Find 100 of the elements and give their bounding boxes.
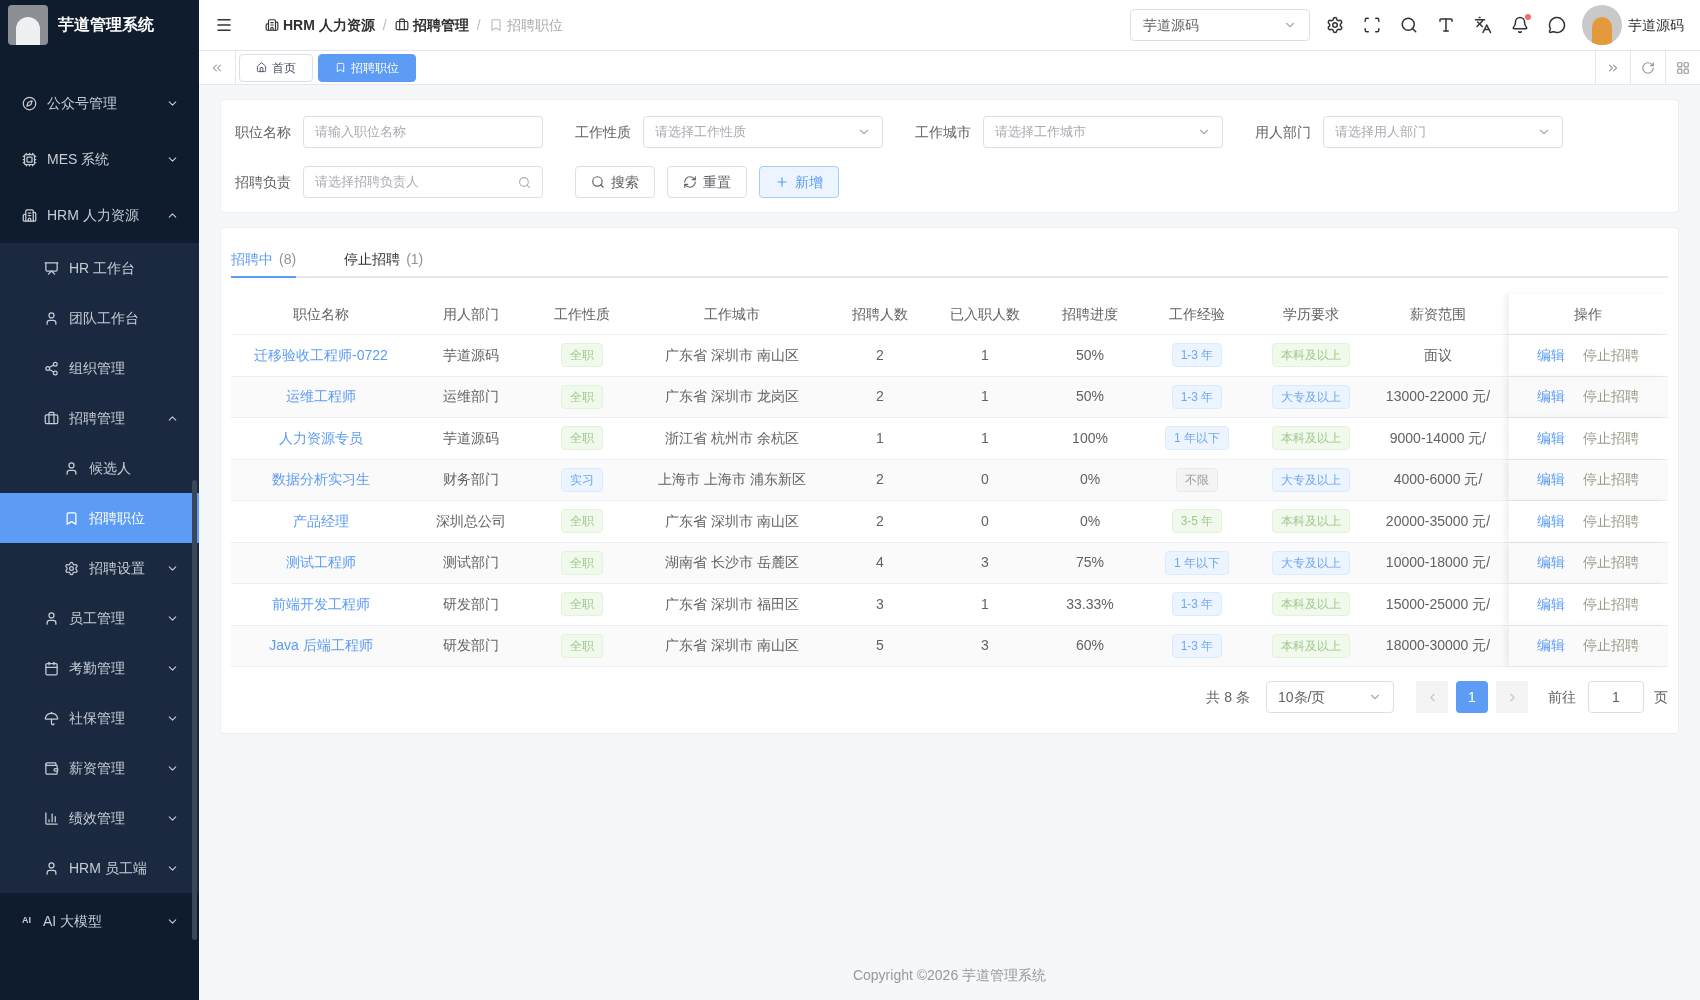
- search-field[interactable]: 请选择招聘负责人: [303, 166, 543, 198]
- user-name[interactable]: 芋道源码: [1628, 14, 1684, 36]
- stop-link[interactable]: 停止招聘: [1583, 344, 1639, 366]
- stop-link[interactable]: 停止招聘: [1583, 427, 1639, 449]
- add-button[interactable]: 新增: [759, 166, 839, 198]
- message-icon[interactable]: [1548, 16, 1566, 34]
- edit-link[interactable]: 编辑: [1537, 593, 1565, 615]
- position-link[interactable]: 迁移验收工程师-0722: [254, 344, 388, 366]
- menu-icon[interactable]: [215, 16, 233, 34]
- table-cell-text: 浙江省 杭州市 余杭区: [665, 428, 799, 448]
- table-cell-text: 3: [981, 636, 989, 656]
- edit-link[interactable]: 编辑: [1537, 344, 1565, 366]
- fullscreen-icon[interactable]: [1363, 16, 1381, 34]
- font-size-icon[interactable]: [1437, 16, 1455, 34]
- stop-link[interactable]: 停止招聘: [1583, 635, 1639, 657]
- menu-item[interactable]: 薪资管理: [0, 743, 199, 793]
- column-header: 学历要求: [1282, 304, 1340, 324]
- app-title: 芋道管理系统: [58, 15, 154, 35]
- refresh-icon[interactable]: [1641, 60, 1655, 75]
- edit-link[interactable]: 编辑: [1537, 635, 1565, 657]
- table-cell-text: 10000-18000 元/: [1385, 553, 1491, 573]
- stop-link[interactable]: 停止招聘: [1583, 469, 1639, 491]
- position-link[interactable]: 前端开发工程师: [272, 593, 370, 615]
- search-button[interactable]: 搜索: [575, 166, 655, 198]
- building-icon: [265, 18, 279, 32]
- table-cell-text: 研发部门: [443, 636, 499, 656]
- select-field[interactable]: 请选择用人部门: [1323, 116, 1563, 148]
- input-field[interactable]: 请输入职位名称: [303, 116, 543, 148]
- edit-link[interactable]: 编辑: [1537, 469, 1565, 491]
- tag: 全职: [561, 633, 603, 658]
- edit-link[interactable]: 编辑: [1537, 552, 1565, 574]
- status-tab[interactable]: 停止招聘 (1): [344, 242, 424, 278]
- stop-link[interactable]: 停止招聘: [1583, 386, 1639, 408]
- translate-icon[interactable]: [1474, 16, 1492, 34]
- select-field[interactable]: 请选择工作城市: [983, 116, 1223, 148]
- menu-item[interactable]: 公众号管理: [0, 75, 199, 131]
- refresh-icon: [683, 175, 697, 189]
- edit-link[interactable]: 编辑: [1537, 386, 1565, 408]
- tag: 1 年以下: [1165, 426, 1229, 451]
- position-link[interactable]: 数据分析实习生: [272, 469, 370, 491]
- column-header: 职位名称: [292, 304, 350, 324]
- menu-item[interactable]: 招聘管理: [0, 393, 199, 443]
- tenant-select[interactable]: 芋道源码: [1130, 9, 1310, 41]
- table-cell-text: 15000-25000 元/: [1385, 594, 1491, 614]
- calendar-icon: [44, 660, 59, 676]
- tag: 全职: [561, 592, 603, 617]
- stop-link[interactable]: 停止招聘: [1583, 552, 1639, 574]
- breadcrumb-item[interactable]: 招聘管理: [412, 14, 469, 36]
- table-cell-text: 5: [876, 636, 884, 656]
- page-number[interactable]: 1: [1456, 681, 1488, 713]
- page-size-select[interactable]: 10条/页: [1266, 681, 1394, 713]
- select-field[interactable]: 请选择工作性质: [643, 116, 883, 148]
- gear-icon: [64, 560, 79, 576]
- stop-link[interactable]: 停止招聘: [1583, 593, 1639, 615]
- menu-item[interactable]: 候选人: [0, 443, 199, 493]
- table-cell-text: 4000-6000 元/: [1393, 470, 1483, 490]
- menu-item[interactable]: 招聘设置: [0, 543, 199, 593]
- menu-item[interactable]: 团队工作台: [0, 293, 199, 343]
- bell-icon[interactable]: [1511, 16, 1529, 34]
- tag: 全职: [561, 343, 603, 368]
- menu-item[interactable]: 绩效管理: [0, 793, 199, 843]
- position-link[interactable]: 产品经理: [293, 510, 349, 532]
- page-tag[interactable]: 招聘职位: [318, 53, 416, 82]
- goto-page-field[interactable]: 1: [1588, 681, 1644, 713]
- menu-item[interactable]: 招聘职位: [0, 493, 199, 543]
- position-link[interactable]: 人力资源专员: [279, 427, 363, 449]
- menu-item[interactable]: MES 系统: [0, 131, 199, 187]
- menu-item[interactable]: 考勤管理: [0, 643, 199, 693]
- column-header: 工作经验: [1168, 304, 1226, 324]
- position-link[interactable]: Java 后端工程师: [269, 635, 373, 657]
- menu-item[interactable]: AI AI 大模型: [0, 893, 199, 949]
- tag: 大专及以上: [1272, 384, 1350, 409]
- search-icon[interactable]: [1400, 16, 1418, 34]
- menu-item[interactable]: HRM 人力资源: [0, 187, 199, 243]
- page-tag[interactable]: 首页: [239, 53, 313, 82]
- tag: 3-5 年: [1171, 509, 1223, 534]
- position-link[interactable]: 测试工程师: [286, 552, 356, 574]
- menu-item[interactable]: 组织管理: [0, 343, 199, 393]
- edit-link[interactable]: 编辑: [1537, 510, 1565, 532]
- reset-button[interactable]: 重置: [667, 166, 747, 198]
- goto-suffix: 页: [1654, 687, 1668, 707]
- tag: 本科及以上: [1272, 509, 1350, 534]
- user-icon: [44, 310, 59, 326]
- menu-item[interactable]: HRM 员工端: [0, 843, 199, 893]
- table-cell-text: 4: [876, 553, 884, 573]
- column-header: 用人部门: [442, 304, 500, 324]
- settings-icon[interactable]: [1326, 16, 1344, 34]
- presentation-icon: [44, 260, 59, 276]
- menu-item[interactable]: 社保管理: [0, 693, 199, 743]
- breadcrumb-item[interactable]: HRM 人力资源: [283, 14, 375, 36]
- position-link[interactable]: 运维工程师: [286, 386, 356, 408]
- tag: 全职: [561, 550, 603, 575]
- tag: 本科及以上: [1272, 343, 1350, 368]
- status-tab[interactable]: 招聘中 (8): [231, 242, 297, 278]
- edit-link[interactable]: 编辑: [1537, 427, 1565, 449]
- scrollbar[interactable]: [192, 480, 197, 940]
- stop-link[interactable]: 停止招聘: [1583, 510, 1639, 532]
- menu-item[interactable]: HR 工作台: [0, 243, 199, 293]
- tag: 本科及以上: [1272, 426, 1350, 451]
- menu-item[interactable]: 员工管理: [0, 593, 199, 643]
